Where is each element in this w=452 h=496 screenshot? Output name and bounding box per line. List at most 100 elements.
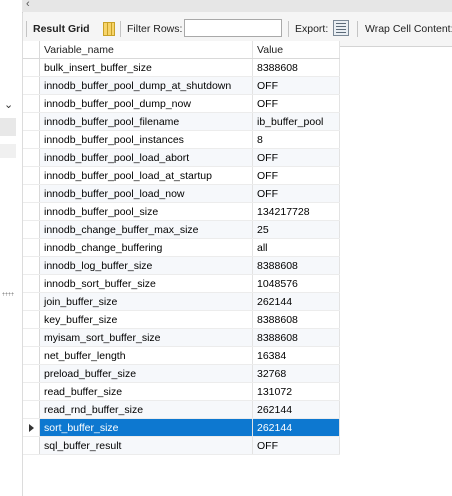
export-icon[interactable] bbox=[333, 20, 349, 36]
row-indicator[interactable] bbox=[23, 274, 40, 293]
side-panel-tab[interactable] bbox=[0, 118, 16, 136]
cell-variable-name[interactable]: read_rnd_buffer_size bbox=[39, 400, 253, 419]
cell-variable-name[interactable]: bulk_insert_buffer_size bbox=[39, 58, 253, 77]
table-row[interactable]: innodb_sort_buffer_size 1048576 bbox=[23, 274, 340, 293]
cell-value[interactable]: 8388608 bbox=[252, 310, 340, 329]
table-row[interactable]: innodb_log_buffer_size 8388608 bbox=[23, 256, 340, 275]
cell-variable-name[interactable]: innodb_buffer_pool_filename bbox=[39, 112, 253, 131]
cell-value[interactable]: 131072 bbox=[252, 382, 340, 401]
cell-variable-name[interactable]: join_buffer_size bbox=[39, 292, 253, 311]
table-row[interactable]: myisam_sort_buffer_size 8388608 bbox=[23, 328, 340, 347]
cell-value[interactable]: 8388608 bbox=[252, 58, 340, 77]
table-row[interactable]: innodb_buffer_pool_size 134217728 bbox=[23, 202, 340, 221]
row-indicator[interactable] bbox=[23, 166, 40, 185]
row-indicator[interactable] bbox=[23, 148, 40, 167]
filter-rows-input[interactable] bbox=[184, 19, 282, 37]
row-indicator[interactable] bbox=[23, 418, 40, 437]
row-indicator[interactable] bbox=[23, 130, 40, 149]
cell-value[interactable]: 16384 bbox=[252, 346, 340, 365]
table-row[interactable]: innodb_buffer_pool_filename ib_buffer_poo… bbox=[23, 112, 340, 131]
table-row[interactable]: innodb_buffer_pool_load_at_startup OFF bbox=[23, 166, 340, 185]
side-panel-grip[interactable] bbox=[0, 144, 16, 296]
cell-value[interactable]: OFF bbox=[252, 76, 340, 95]
row-indicator[interactable] bbox=[23, 346, 40, 365]
row-indicator[interactable] bbox=[23, 184, 40, 203]
cell-variable-name[interactable]: myisam_sort_buffer_size bbox=[39, 328, 253, 347]
cell-value[interactable]: 32768 bbox=[252, 364, 340, 383]
cell-variable-name[interactable]: innodb_change_buffer_max_size bbox=[39, 220, 253, 239]
row-indicator[interactable] bbox=[23, 382, 40, 401]
row-indicator[interactable] bbox=[23, 238, 40, 257]
table-row[interactable]: innodb_change_buffer_max_size 25 bbox=[23, 220, 340, 239]
cell-variable-name[interactable]: preload_buffer_size bbox=[39, 364, 253, 383]
row-indicator[interactable] bbox=[23, 310, 40, 329]
cell-value[interactable]: 134217728 bbox=[252, 202, 340, 221]
cell-value[interactable]: OFF bbox=[252, 184, 340, 203]
cell-variable-name[interactable]: sql_buffer_result bbox=[39, 436, 253, 455]
table-row[interactable]: innodb_buffer_pool_load_now OFF bbox=[23, 184, 340, 203]
cell-value[interactable]: all bbox=[252, 238, 340, 257]
table-row[interactable]: innodb_buffer_pool_dump_now OFF bbox=[23, 94, 340, 113]
table-row[interactable]: sql_buffer_result OFF bbox=[23, 436, 340, 455]
row-indicator[interactable] bbox=[23, 400, 40, 419]
table-row[interactable]: key_buffer_size 8388608 bbox=[23, 310, 340, 329]
cell-variable-name[interactable]: innodb_sort_buffer_size bbox=[39, 274, 253, 293]
cell-value[interactable]: 262144 bbox=[252, 292, 340, 311]
toolbar-separator bbox=[288, 21, 289, 37]
column-header-value[interactable]: Value bbox=[252, 41, 340, 59]
table-row[interactable]: innodb_change_buffering all bbox=[23, 238, 340, 257]
cell-variable-name[interactable]: key_buffer_size bbox=[39, 310, 253, 329]
cell-variable-name[interactable]: net_buffer_length bbox=[39, 346, 253, 365]
cell-value[interactable]: OFF bbox=[252, 166, 340, 185]
cell-variable-name[interactable]: innodb_buffer_pool_dump_at_shutdown bbox=[39, 76, 253, 95]
cell-value[interactable]: 25 bbox=[252, 220, 340, 239]
row-indicator[interactable] bbox=[23, 364, 40, 383]
cell-variable-name[interactable]: innodb_buffer_pool_instances bbox=[39, 130, 253, 149]
cell-value[interactable]: 1048576 bbox=[252, 274, 340, 293]
grid-view-icon[interactable] bbox=[103, 22, 115, 36]
table-row[interactable]: read_buffer_size 131072 bbox=[23, 382, 340, 401]
row-indicator[interactable] bbox=[23, 292, 40, 311]
cell-value[interactable]: OFF bbox=[252, 436, 340, 455]
cell-variable-name[interactable]: innodb_change_buffering bbox=[39, 238, 253, 257]
cell-variable-name[interactable]: innodb_log_buffer_size bbox=[39, 256, 253, 275]
cell-variable-name[interactable]: innodb_buffer_pool_load_now bbox=[39, 184, 253, 203]
table-row[interactable]: sort_buffer_size 262144 bbox=[23, 418, 340, 437]
table-row[interactable]: net_buffer_length 16384 bbox=[23, 346, 340, 365]
row-indicator[interactable] bbox=[23, 58, 40, 77]
table-row[interactable]: join_buffer_size 262144 bbox=[23, 292, 340, 311]
row-indicator[interactable] bbox=[23, 94, 40, 113]
table-row[interactable]: preload_buffer_size 32768 bbox=[23, 364, 340, 383]
chevron-down-icon[interactable]: ⌄ bbox=[4, 98, 13, 111]
table-row[interactable]: innodb_buffer_pool_load_abort OFF bbox=[23, 148, 340, 167]
row-indicator[interactable] bbox=[23, 256, 40, 275]
cell-variable-name[interactable]: innodb_buffer_pool_dump_now bbox=[39, 94, 253, 113]
table-row[interactable]: innodb_buffer_pool_instances 8 bbox=[23, 130, 340, 149]
cell-value[interactable]: 262144 bbox=[252, 400, 340, 419]
table-row[interactable]: read_rnd_buffer_size 262144 bbox=[23, 400, 340, 419]
cell-variable-name[interactable]: sort_buffer_size bbox=[39, 418, 253, 437]
cell-value[interactable]: 262144 bbox=[252, 418, 340, 437]
grip-dots-icon bbox=[2, 292, 14, 296]
scroll-left-icon[interactable]: ‹ bbox=[26, 0, 30, 10]
table-row[interactable]: innodb_buffer_pool_dump_at_shutdown OFF bbox=[23, 76, 340, 95]
column-header-variable-name[interactable]: Variable_name bbox=[39, 41, 253, 59]
cell-value[interactable]: ib_buffer_pool bbox=[252, 112, 340, 131]
cell-value[interactable]: OFF bbox=[252, 94, 340, 113]
result-grid-tab[interactable]: Result Grid bbox=[33, 23, 90, 35]
cell-value[interactable]: 8 bbox=[252, 130, 340, 149]
cell-variable-name[interactable]: innodb_buffer_pool_load_abort bbox=[39, 148, 253, 167]
cell-value[interactable]: 8388608 bbox=[252, 328, 340, 347]
cell-value[interactable]: 8388608 bbox=[252, 256, 340, 275]
row-indicator[interactable] bbox=[23, 202, 40, 221]
cell-variable-name[interactable]: innodb_buffer_pool_size bbox=[39, 202, 253, 221]
row-indicator[interactable] bbox=[23, 112, 40, 131]
row-indicator[interactable] bbox=[23, 328, 40, 347]
row-indicator[interactable] bbox=[23, 436, 40, 455]
row-indicator[interactable] bbox=[23, 76, 40, 95]
row-indicator[interactable] bbox=[23, 220, 40, 239]
cell-value[interactable]: OFF bbox=[252, 148, 340, 167]
cell-variable-name[interactable]: innodb_buffer_pool_load_at_startup bbox=[39, 166, 253, 185]
table-row[interactable]: bulk_insert_buffer_size 8388608 bbox=[23, 58, 340, 77]
cell-variable-name[interactable]: read_buffer_size bbox=[39, 382, 253, 401]
